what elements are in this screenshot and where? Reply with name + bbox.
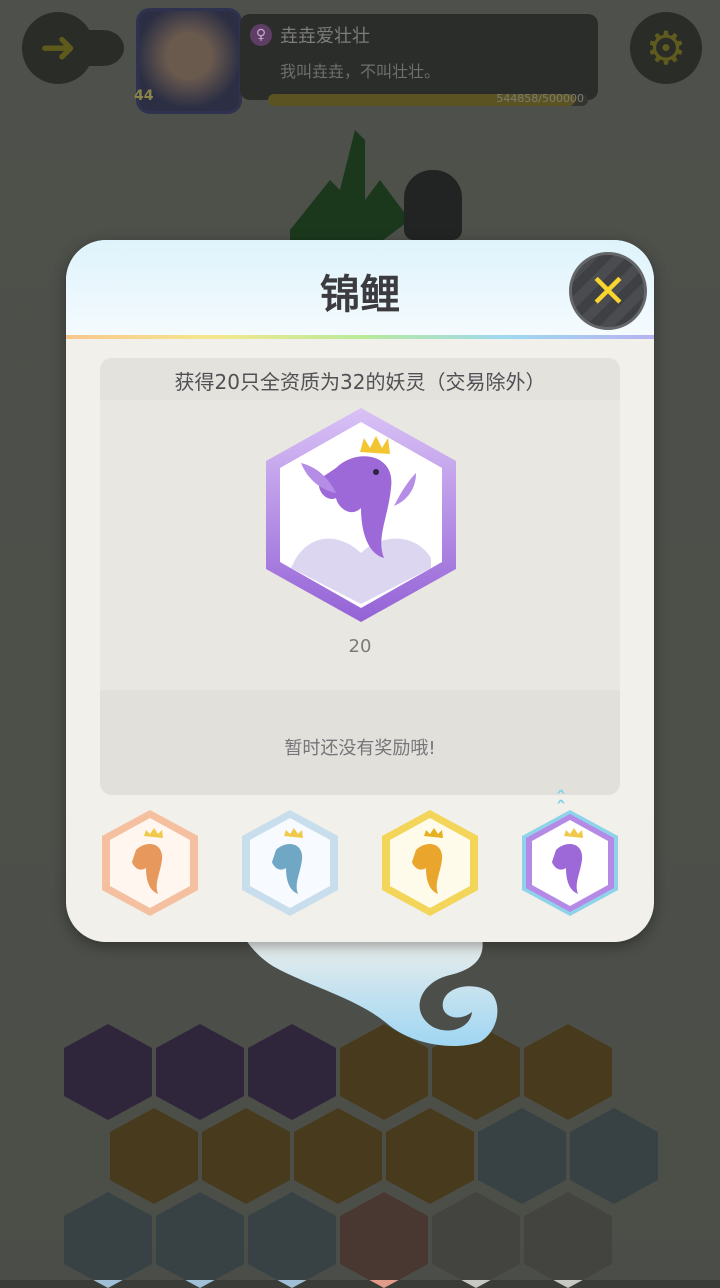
settings-button[interactable]: ⚙ xyxy=(630,12,702,84)
achievement-count: 20 xyxy=(348,636,372,657)
tier-gold-koi-icon[interactable] xyxy=(382,810,478,916)
side-letter: E xyxy=(15,255,29,280)
side-letter: B xyxy=(14,207,30,232)
gear-icon: ⚙ xyxy=(645,21,687,75)
side-letters: L I B E R A L xyxy=(10,100,34,436)
female-gender-icon: ♀ xyxy=(250,24,272,46)
koi-badge-icon xyxy=(266,408,456,622)
achievement-condition: 获得20只全资质为32的妖灵（交易除外） xyxy=(174,370,546,394)
side-letter: I xyxy=(18,159,26,184)
side-letter: L xyxy=(15,399,29,424)
player-motto: 我叫垚垚，不叫壮壮。 xyxy=(280,62,441,81)
side-letter: A xyxy=(14,351,30,376)
player-name: 垚垚爱壮壮 xyxy=(280,26,370,47)
tier-bronze-koi-icon[interactable] xyxy=(102,810,198,916)
player-level: 44 xyxy=(134,88,154,104)
back-button[interactable]: ➜ xyxy=(22,12,124,84)
achievement-panel: 获得20只全资质为32的妖灵（交易除外） 20 暂时还没有奖励哦! xyxy=(100,358,620,795)
achievement-popup: 锦鲤 ✕ 获得20只全资质为32的妖灵（交易除外） 20 暂时还没有奖励哦! ˆ… xyxy=(66,240,654,942)
close-button[interactable]: ✕ xyxy=(569,252,647,330)
close-icon: ✕ xyxy=(588,264,628,318)
reward-area: 暂时还没有奖励哦! xyxy=(100,690,620,795)
popup-title: 锦鲤 xyxy=(320,272,400,318)
popup-swirl-tail xyxy=(240,930,498,1047)
reward-text: 暂时还没有奖励哦! xyxy=(284,738,436,759)
tier-silver-koi-icon[interactable] xyxy=(242,810,338,916)
profile-info-box: ♀ 垚垚爱壮壮 我叫垚垚，不叫壮壮。 xyxy=(240,14,598,100)
exp-bar: 544858/500000 xyxy=(268,92,588,106)
side-letter: R xyxy=(14,303,30,328)
tier-purple-koi-icon-selected[interactable] xyxy=(522,810,618,916)
player-profile[interactable]: ♀ 垚垚爱壮壮 我叫垚垚，不叫壮壮。 44 544858/500000 xyxy=(134,8,600,114)
header-rainbow-divider xyxy=(66,335,654,339)
side-letter: L xyxy=(15,111,29,136)
exp-text: 544858/500000 xyxy=(496,92,584,105)
back-arrow-icon: ➜ xyxy=(39,22,77,73)
